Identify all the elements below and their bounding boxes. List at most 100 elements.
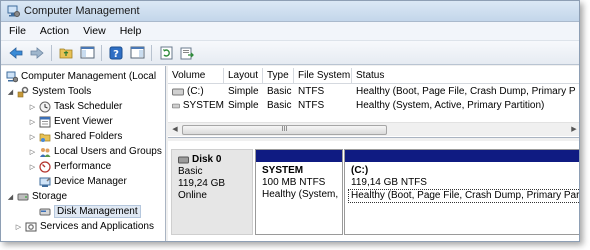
show-hide-tree-button[interactable]: [78, 44, 96, 62]
tree-label: Device Manager: [54, 176, 127, 187]
volume-status: Healthy (System, Active, Primary Partiti…: [356, 100, 545, 111]
tree-label: Shared Folders: [54, 131, 123, 142]
help-button[interactable]: ?: [107, 44, 125, 62]
partition-size: 100 MB NTFS: [262, 177, 326, 188]
volume-file-system: NTFS: [298, 100, 325, 111]
up-folder-button[interactable]: [57, 44, 75, 62]
expand-arrow-icon[interactable]: ▷: [28, 118, 37, 126]
horizontal-scrollbar[interactable]: ◀ III ▶: [168, 122, 579, 136]
tree-item-system-tools[interactable]: ◢ System Tools: [6, 84, 92, 99]
tree-label: Task Scheduler: [54, 101, 123, 112]
tree-item-storage[interactable]: ◢ Storage: [6, 189, 67, 204]
expand-arrow-icon[interactable]: ▷: [28, 163, 37, 171]
window-title: Computer Management: [24, 5, 140, 17]
toolbar-separator: [101, 44, 102, 61]
volume-name: (C:): [187, 86, 204, 97]
export-button[interactable]: [178, 44, 196, 62]
volume-layout: Simple: [228, 100, 259, 111]
users-icon: [39, 146, 51, 158]
computer-management-icon: [6, 71, 19, 83]
collapse-arrow-icon[interactable]: ◢: [6, 88, 15, 96]
scroll-right-icon[interactable]: ▶: [569, 125, 579, 135]
expand-arrow-icon[interactable]: ▷: [28, 148, 37, 156]
partition-system[interactable]: SYSTEM 100 MB NTFS Healthy (System,: [255, 149, 343, 235]
svg-text:?: ?: [113, 49, 119, 60]
partition-status: Healthy (Boot, Page File, Crash Dump, Pr…: [348, 189, 579, 203]
tree-item-local-users[interactable]: ▷ Local Users and Groups: [28, 144, 162, 159]
computer-management-window: Computer Management File Action View Hel…: [0, 0, 580, 242]
volume-cell: SYSTEM: [168, 99, 224, 113]
column-header-file-system[interactable]: File System: [294, 68, 352, 83]
up-folder-icon: [59, 48, 72, 59]
column-header-type[interactable]: Type: [263, 68, 294, 83]
volume-file-system: NTFS: [298, 86, 325, 97]
column-header-layout[interactable]: Layout: [224, 68, 263, 83]
scroll-left-icon[interactable]: ◀: [170, 125, 180, 135]
menu-bar: File Action View Help: [1, 22, 579, 41]
tree-item-computer-management[interactable]: Computer Management (Local: [4, 69, 156, 84]
volume-row-c[interactable]: (C:) Simple Basic NTFS Healthy (Boot, Pa…: [168, 85, 579, 99]
services-icon: [25, 221, 37, 233]
menu-view[interactable]: View: [83, 25, 106, 37]
disk-0-label[interactable]: Disk 0 Basic 119,24 GB Online: [171, 149, 253, 235]
toolbar-separator: [151, 44, 152, 61]
partition-name: (C:): [351, 165, 369, 176]
properties-button[interactable]: [128, 44, 146, 62]
disk-graphical-view: Disk 0 Basic 119,24 GB Online SYSTEM 100…: [168, 141, 579, 241]
column-header-volume[interactable]: Volume: [168, 68, 224, 83]
partition-status: Healthy (System,: [262, 189, 339, 200]
tree-label: System Tools: [32, 86, 92, 97]
tree-item-disk-management[interactable]: Disk Management: [37, 204, 141, 219]
scroll-thumb[interactable]: III: [182, 125, 387, 135]
clock-icon: [39, 101, 51, 113]
tree-label: Event Viewer: [54, 116, 113, 127]
disk-icon: [178, 156, 189, 164]
column-header-status[interactable]: Status: [352, 68, 579, 83]
volume-row-system[interactable]: SYSTEM Simple Basic NTFS Healthy (System…: [168, 99, 579, 113]
menu-help[interactable]: Help: [120, 25, 142, 37]
tree-item-device-manager[interactable]: Device Manager: [37, 174, 127, 189]
tree-label: Local Users and Groups: [54, 146, 162, 157]
menu-file[interactable]: File: [9, 25, 26, 37]
partition-size: 119,14 GB NTFS: [351, 177, 427, 188]
tree-label: Performance: [54, 161, 112, 172]
forward-icon: [30, 46, 44, 59]
properties-icon: [130, 46, 144, 59]
shared-folder-icon: [39, 131, 51, 143]
tree-item-performance[interactable]: ▷ Performance: [28, 159, 111, 174]
expand-arrow-icon[interactable]: ▷: [14, 223, 23, 231]
disk-type: Basic: [178, 166, 203, 177]
volume-status: Healthy (Boot, Page File, Crash Dump, Pr…: [356, 86, 576, 97]
disk-status: Online: [178, 190, 207, 201]
volume-name: SYSTEM: [182, 100, 224, 111]
disk-name: Disk 0: [192, 154, 222, 165]
forward-button[interactable]: [28, 44, 46, 62]
storage-icon: [17, 191, 29, 203]
tree-item-event-viewer[interactable]: ▷ Event Viewer: [28, 114, 113, 129]
volume-list-header: Volume Layout Type File System Status: [168, 68, 579, 84]
performance-icon: [39, 160, 51, 173]
system-tools-icon: [17, 86, 29, 98]
toolbar: ?: [1, 41, 579, 65]
menu-action[interactable]: Action: [40, 25, 69, 37]
drive-icon: [172, 103, 180, 109]
tree-item-task-scheduler[interactable]: ▷ Task Scheduler: [28, 99, 122, 114]
back-icon: [9, 46, 23, 59]
tree-label: Computer Management (Local: [21, 71, 157, 82]
partition-body: SYSTEM 100 MB NTFS Healthy (System,: [256, 162, 342, 204]
refresh-button[interactable]: [157, 44, 175, 62]
expand-arrow-icon[interactable]: ▷: [28, 133, 37, 141]
back-button[interactable]: [7, 44, 25, 62]
tree-label: Storage: [32, 191, 68, 202]
help-icon: ?: [109, 46, 123, 60]
disk-title: Disk 0: [178, 154, 246, 166]
title-bar[interactable]: Computer Management: [1, 1, 579, 22]
expand-arrow-icon[interactable]: ▷: [28, 103, 37, 111]
tree-item-shared-folders[interactable]: ▷ Shared Folders: [28, 129, 123, 144]
collapse-arrow-icon[interactable]: ◢: [6, 193, 15, 201]
partition-c[interactable]: (C:) 119,14 GB NTFS Healthy (Boot, Page …: [344, 149, 579, 235]
export-icon: [180, 47, 194, 59]
tree-item-services-applications[interactable]: ▷ Services and Applications: [14, 219, 154, 234]
navigation-tree: Computer Management (Local ◢ System Tool…: [1, 66, 166, 241]
disk-management-icon: [39, 206, 51, 218]
